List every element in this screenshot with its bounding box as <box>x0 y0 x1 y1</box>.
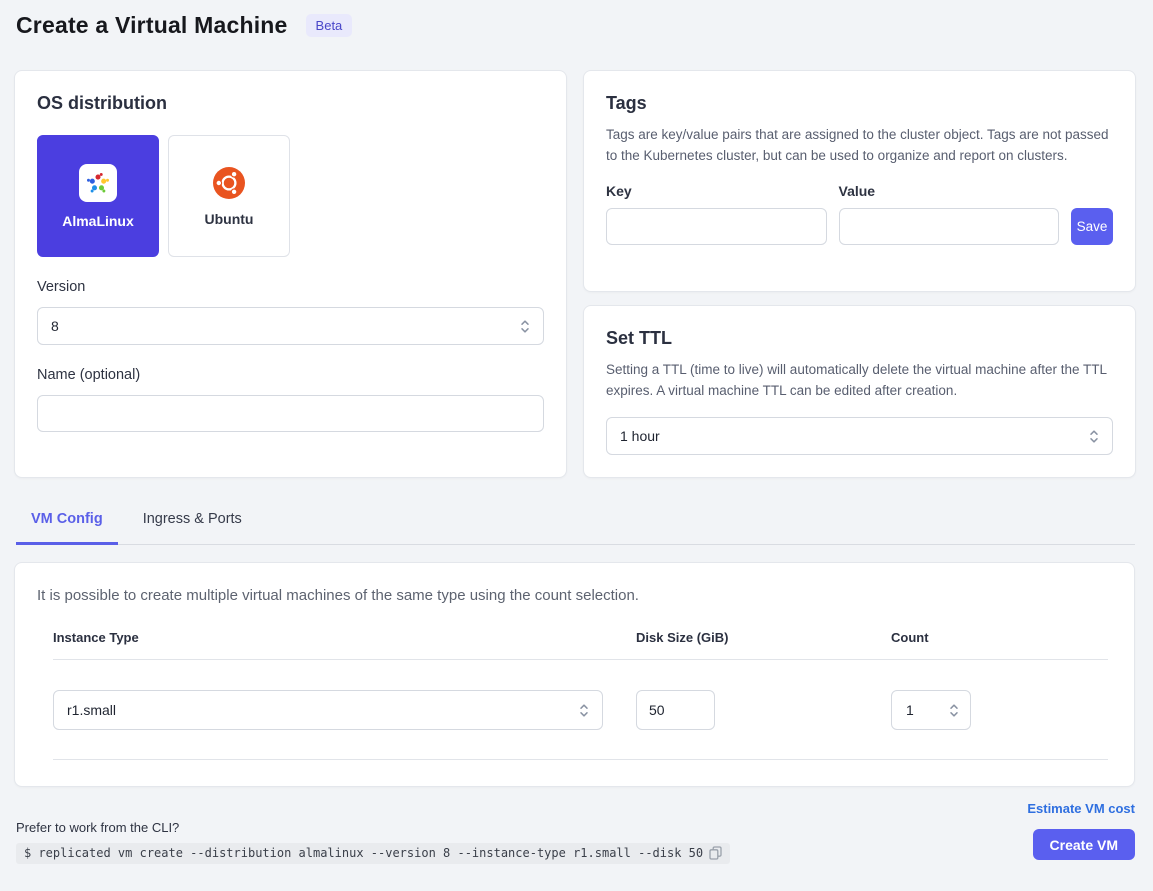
cli-command-text: $ replicated vm create --distribution al… <box>24 846 703 860</box>
chevron-updown-icon <box>520 319 530 334</box>
table-row-divider <box>53 759 1108 760</box>
cli-prompt-text: Prefer to work from the CLI? <box>16 820 179 835</box>
tags-description: Tags are key/value pairs that are assign… <box>606 125 1113 166</box>
page-header: Create a Virtual Machine Beta <box>16 12 352 39</box>
vm-config-card: It is possible to create multiple virtua… <box>14 562 1135 787</box>
vm-name-input[interactable] <box>37 395 544 432</box>
chevron-updown-icon <box>949 703 959 718</box>
tab-bar: VM Config Ingress & Ports <box>16 503 1135 545</box>
set-ttl-card: Set TTL Setting a TTL (time to live) wil… <box>583 305 1136 478</box>
tag-value-input[interactable] <box>839 208 1060 245</box>
disk-size-header: Disk Size (GiB) <box>636 630 891 659</box>
cli-command-block: $ replicated vm create --distribution al… <box>16 843 730 864</box>
chevron-updown-icon <box>1089 429 1099 444</box>
os-tile-almalinux[interactable]: AlmaLinux <box>37 135 159 257</box>
os-tile-label-ubuntu: Ubuntu <box>205 211 254 227</box>
table-header-divider <box>53 659 1108 660</box>
beta-badge: Beta <box>306 14 353 37</box>
count-stepper[interactable]: 1 <box>891 690 971 730</box>
vm-name-label: Name (optional) <box>37 367 544 383</box>
tag-key-input[interactable] <box>606 208 827 245</box>
tag-value-label: Value <box>839 183 1060 199</box>
chevron-updown-icon <box>579 703 589 718</box>
tag-key-field: Key <box>606 183 827 245</box>
tags-card: Tags Tags are key/value pairs that are a… <box>583 70 1136 292</box>
version-select[interactable]: 8 <box>37 307 544 345</box>
version-label: Version <box>37 279 544 295</box>
create-vm-button[interactable]: Create VM <box>1033 829 1135 860</box>
set-ttl-heading: Set TTL <box>606 328 1113 349</box>
set-ttl-description: Setting a TTL (time to live) will automa… <box>606 360 1113 401</box>
save-tag-button[interactable]: Save <box>1071 208 1113 245</box>
tag-key-label: Key <box>606 183 827 199</box>
os-tile-ubuntu[interactable]: Ubuntu <box>168 135 290 257</box>
vm-config-table: Instance Type Disk Size (GiB) Count r1.s… <box>53 630 1112 760</box>
os-tile-group: AlmaLinux <box>37 135 544 257</box>
page-title: Create a Virtual Machine <box>16 12 288 39</box>
count-header: Count <box>891 630 1112 659</box>
vm-table-row: r1.small 1 <box>53 690 1112 730</box>
tag-value-field: Value <box>839 183 1060 245</box>
tab-vm-config[interactable]: VM Config <box>16 503 118 545</box>
os-distribution-heading: OS distribution <box>37 93 544 114</box>
os-distribution-card: OS distribution AlmaLinux <box>14 70 567 478</box>
almalinux-logo-icon <box>79 164 117 202</box>
ttl-select-value: 1 hour <box>620 428 660 444</box>
tab-ingress-ports[interactable]: Ingress & Ports <box>128 503 257 545</box>
ttl-select[interactable]: 1 hour <box>606 417 1113 455</box>
instance-type-select[interactable]: r1.small <box>53 690 603 730</box>
instance-type-value: r1.small <box>67 702 116 718</box>
instance-type-header: Instance Type <box>53 630 636 659</box>
tags-heading: Tags <box>606 93 1113 114</box>
tag-form: Key Value Save <box>606 183 1113 245</box>
os-tile-label-almalinux: AlmaLinux <box>62 213 134 229</box>
vm-config-intro: It is possible to create multiple virtua… <box>37 587 1112 604</box>
ubuntu-logo-icon <box>212 166 246 200</box>
vm-table-header-row: Instance Type Disk Size (GiB) Count <box>53 630 1112 659</box>
disk-size-input[interactable] <box>636 690 715 730</box>
count-value: 1 <box>906 702 914 718</box>
estimate-vm-cost-link[interactable]: Estimate VM cost <box>1027 801 1135 816</box>
version-select-value: 8 <box>51 318 59 334</box>
copy-icon[interactable] <box>709 846 722 860</box>
